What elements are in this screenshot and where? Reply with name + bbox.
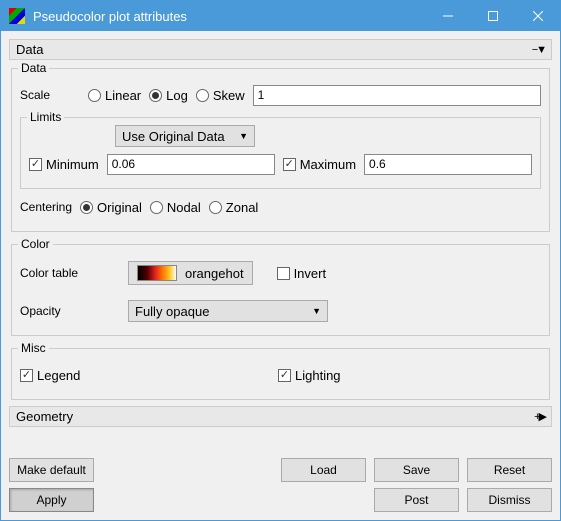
save-button[interactable]: Save xyxy=(374,458,459,482)
titlebar: Pseudocolor plot attributes xyxy=(1,1,560,31)
chevron-down-icon: ▼ xyxy=(312,306,321,316)
minimize-button[interactable] xyxy=(425,1,470,31)
invert-checkbox[interactable]: Invert xyxy=(277,266,327,281)
centering-nodal-radio[interactable]: Nodal xyxy=(150,200,201,215)
scale-linear-radio[interactable]: Linear xyxy=(88,88,141,103)
scale-log-radio[interactable]: Log xyxy=(149,88,188,103)
geometry-section-label: Geometry xyxy=(16,409,73,424)
window-title: Pseudocolor plot attributes xyxy=(33,9,425,24)
misc-group-title: Misc xyxy=(18,341,49,355)
misc-group: Misc ✓Legend ✓Lighting xyxy=(11,348,550,400)
maximize-button[interactable] xyxy=(470,1,515,31)
scale-skew-radio[interactable]: Skew xyxy=(196,88,245,103)
lighting-checkbox[interactable]: ✓Lighting xyxy=(278,368,341,383)
expand-icon: +▶ xyxy=(534,410,545,423)
window: Pseudocolor plot attributes Data −▼ Data… xyxy=(0,0,561,521)
app-icon xyxy=(9,8,25,24)
limits-group-title: Limits xyxy=(27,110,64,124)
make-default-button[interactable]: Make default xyxy=(9,458,94,482)
minimum-checkbox[interactable]: ✓Minimum xyxy=(29,157,99,172)
limits-mode-dropdown[interactable]: Use Original Data ▼ xyxy=(115,125,255,147)
data-section-label: Data xyxy=(16,42,43,57)
maximum-input[interactable] xyxy=(364,154,532,175)
data-section-header[interactable]: Data −▼ xyxy=(9,39,552,60)
opacity-dropdown[interactable]: Fully opaque ▼ xyxy=(128,300,328,322)
close-button[interactable] xyxy=(515,1,560,31)
centering-original-radio[interactable]: Original xyxy=(80,200,142,215)
color-group: Color Color table orangehot Invert Opaci… xyxy=(11,244,550,336)
chevron-down-icon: ▼ xyxy=(239,131,248,141)
colortable-button[interactable]: orangehot xyxy=(128,261,253,285)
opacity-label: Opacity xyxy=(20,304,120,318)
centering-zonal-radio[interactable]: Zonal xyxy=(209,200,259,215)
skew-value-input[interactable] xyxy=(253,85,541,106)
reset-button[interactable]: Reset xyxy=(467,458,552,482)
scale-label: Scale xyxy=(20,88,80,102)
centering-label: Centering xyxy=(20,200,72,214)
colortable-label: Color table xyxy=(20,266,120,280)
legend-checkbox[interactable]: ✓Legend xyxy=(20,368,270,383)
data-group: Data Scale Linear Log Skew Limits Use Or… xyxy=(11,68,550,232)
data-group-title: Data xyxy=(18,61,49,75)
maximum-checkbox[interactable]: ✓Maximum xyxy=(283,157,356,172)
load-button[interactable]: Load xyxy=(281,458,366,482)
minimum-input[interactable] xyxy=(107,154,275,175)
geometry-section-header[interactable]: Geometry +▶ xyxy=(9,406,552,427)
collapse-icon: −▼ xyxy=(532,44,545,56)
dismiss-button[interactable]: Dismiss xyxy=(467,488,552,512)
apply-button[interactable]: Apply xyxy=(9,488,94,512)
color-group-title: Color xyxy=(18,237,53,251)
post-button[interactable]: Post xyxy=(374,488,459,512)
colortable-swatch xyxy=(137,265,177,281)
